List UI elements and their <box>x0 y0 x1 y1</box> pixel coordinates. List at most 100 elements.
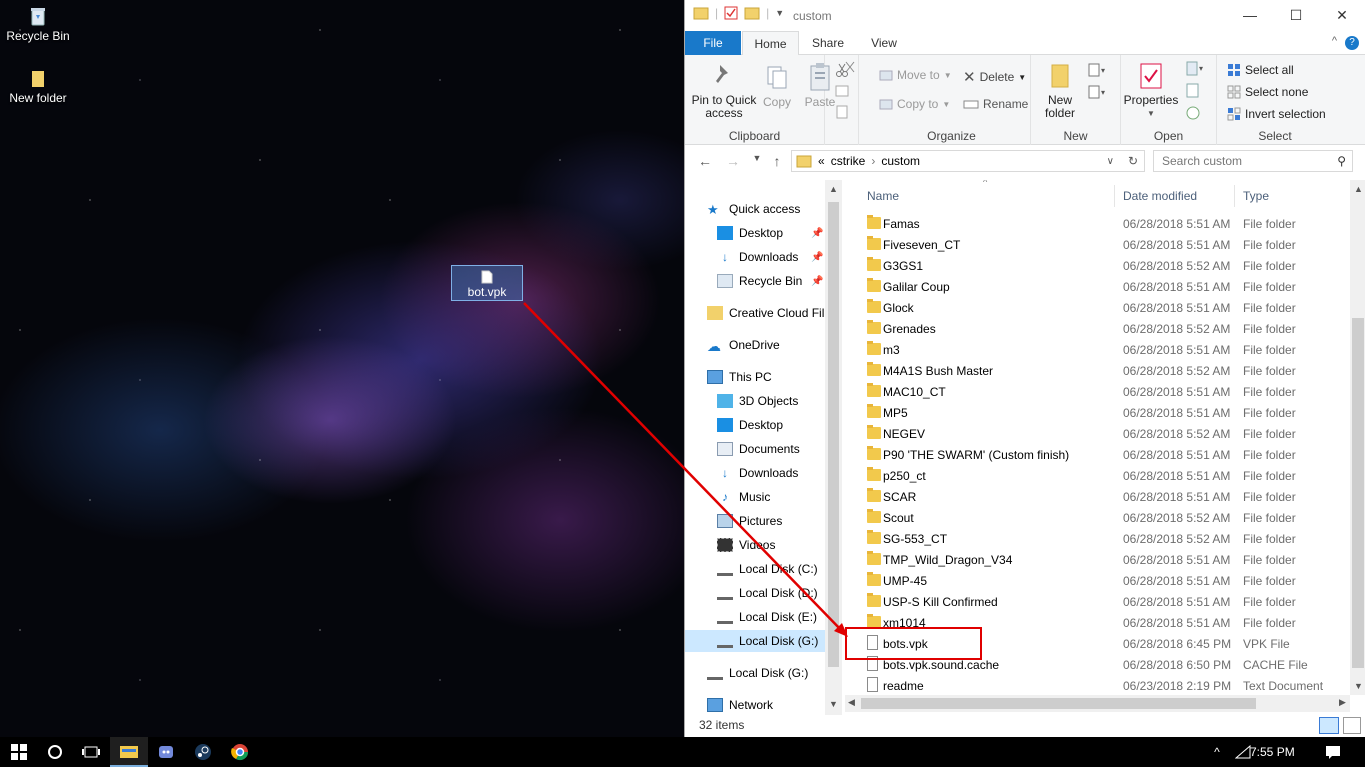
nav-creative-cloud[interactable]: Creative Cloud Fil <box>707 302 841 324</box>
folder-row[interactable]: UMP-45 06/28/2018 5:51 AM File folder <box>845 570 1350 591</box>
folder-row[interactable]: m3 06/28/2018 5:51 AM File folder <box>845 339 1350 360</box>
nav-pane-scrollbar[interactable]: ▲ ▼ <box>825 180 842 715</box>
nav-onedrive[interactable]: ☁ OneDrive <box>707 334 841 356</box>
start-button[interactable] <box>0 737 38 767</box>
chrome-taskbar-button[interactable] <box>221 737 259 767</box>
refresh-icon[interactable]: ↻ <box>1121 150 1145 172</box>
nav-desktop[interactable]: Desktop <box>717 414 841 436</box>
forward-arrow-icon[interactable]: → <box>725 153 741 171</box>
discord-taskbar-button[interactable] <box>147 737 185 767</box>
file-explorer-taskbar-button[interactable] <box>110 737 148 767</box>
nav-local-disk-g-root[interactable]: Local Disk (G:) <box>707 662 841 684</box>
folder-row[interactable]: M4A1S Bush Master 06/28/2018 5:52 AM File … <box>845 360 1350 381</box>
scroll-up-icon[interactable]: ▲ <box>1354 184 1363 194</box>
nav-videos[interactable]: Videos <box>717 534 841 556</box>
copy-to-button[interactable]: Copy to ▼ <box>879 97 950 111</box>
pin-quick-access-button[interactable]: Pin to Quick access <box>691 61 757 120</box>
new-item-icon[interactable]: ▾ <box>1087 63 1109 77</box>
nav-local-disk-g-selected[interactable]: Local Disk (G:) <box>685 630 825 652</box>
new-folder-icon[interactable] <box>744 6 760 20</box>
file-row[interactable]: readme 06/23/2018 2:19 PM Text Document <box>845 675 1350 695</box>
move-to-button[interactable]: Move to ▼ <box>879 68 952 82</box>
rename-button[interactable]: Rename <box>963 97 1028 111</box>
close-button[interactable]: ✕ <box>1319 0 1365 31</box>
nav-music[interactable]: ♪ Music <box>717 486 841 508</box>
nav-downloads[interactable]: ↓ Downloads <box>717 462 841 484</box>
recycle-bin-desktop-icon[interactable]: Recycle Bin <box>0 6 76 43</box>
chevron-right-icon[interactable]: › <box>871 154 875 168</box>
address-dropdown-icon[interactable]: ∨ <box>1107 156 1114 167</box>
open-icon[interactable]: ▾ <box>1185 61 1209 77</box>
minimize-button[interactable]: — <box>1227 0 1273 31</box>
nav-local-disk-e[interactable]: Local Disk (E:) <box>717 606 841 628</box>
taskbar-clock[interactable]: 7:55 PM <box>1250 737 1295 767</box>
column-header-date[interactable]: Date modified <box>1115 185 1235 207</box>
nav-local-disk-c[interactable]: Local Disk (C:) <box>717 558 841 580</box>
details-view-icon[interactable] <box>1319 717 1339 734</box>
delete-button[interactable]: ✕ Delete ▼ <box>963 68 1026 86</box>
tab-file[interactable]: File <box>685 31 741 55</box>
back-arrow-icon[interactable]: ← <box>697 153 713 171</box>
nav-network[interactable]: Network <box>707 694 841 715</box>
scroll-down-icon[interactable]: ▼ <box>1354 681 1363 691</box>
folder-row[interactable]: MAC10_CT 06/28/2018 5:51 AM File folder <box>845 381 1350 402</box>
breadcrumb-custom[interactable]: custom <box>881 154 920 168</box>
search-input[interactable]: Search custom ⚲ <box>1153 150 1353 172</box>
select-all-button[interactable]: Select all <box>1227 63 1294 77</box>
folder-row[interactable]: Scout 06/28/2018 5:52 AM File folder <box>845 507 1350 528</box>
invert-selection-button[interactable]: Invert selection <box>1227 107 1326 121</box>
scroll-left-icon[interactable]: ◀ <box>848 697 855 708</box>
large-icons-view-icon[interactable] <box>1343 717 1361 734</box>
easy-access-icon[interactable]: ▾ <box>1087 85 1109 99</box>
nav-3d-objects[interactable]: 3D Objects <box>717 390 841 412</box>
recent-locations-icon[interactable]: ▼ <box>749 153 765 171</box>
nav-this-pc[interactable]: This PC <box>707 366 841 388</box>
horizontal-scroll-thumb[interactable] <box>861 698 1256 709</box>
select-none-button[interactable]: Select none <box>1227 85 1308 99</box>
tab-home[interactable]: Home <box>742 31 799 56</box>
copy-button[interactable]: Copy <box>759 61 795 109</box>
address-bar[interactable]: « cstrike › custom ∨ <box>791 150 1145 172</box>
folder-row[interactable]: TMP_Wild_Dragon_V34 06/28/2018 5:51 AM Fil… <box>845 549 1350 570</box>
action-center-button[interactable] <box>1314 737 1352 767</box>
nav-documents[interactable]: Documents <box>717 438 841 460</box>
new-folder-button[interactable]: New folder <box>1035 61 1085 120</box>
new-folder-desktop-icon[interactable]: New folder <box>0 70 76 105</box>
nav-scroll-thumb[interactable] <box>828 202 839 667</box>
file-list-scrollbar[interactable]: ▲ ▼ <box>1350 180 1365 695</box>
nav-quick-access[interactable]: ★ Quick access <box>707 198 841 220</box>
folder-row[interactable]: G3GS1 06/28/2018 5:52 AM File folder <box>845 255 1350 276</box>
horizontal-scrollbar[interactable]: ◀ ▶ <box>845 695 1350 712</box>
collapse-ribbon-icon[interactable]: ^ <box>1332 35 1337 47</box>
scroll-right-icon[interactable]: ▶ <box>1339 697 1346 708</box>
folder-row[interactable]: MP5 06/28/2018 5:51 AM File folder <box>845 402 1350 423</box>
folder-icon[interactable] <box>693 6 709 20</box>
folder-row[interactable]: Famas 06/28/2018 5:51 AM File folder <box>845 213 1350 234</box>
folder-row[interactable]: SG-553_CT 06/28/2018 5:52 AM File folder <box>845 528 1350 549</box>
folder-row[interactable]: Fiveseven_CT 06/28/2018 5:51 AM File folde… <box>845 234 1350 255</box>
folder-row[interactable]: Galilar Coup 06/28/2018 5:51 AM File folde… <box>845 276 1350 297</box>
column-header-type[interactable]: Type <box>1235 185 1350 207</box>
folder-row[interactable]: SCAR 06/28/2018 5:51 AM File folder <box>845 486 1350 507</box>
nav-pictures[interactable]: Pictures <box>717 510 841 532</box>
folder-row[interactable]: P90 'THE SWARM' (Custom finish) 06/28/201… <box>845 444 1350 465</box>
help-icon[interactable]: ? <box>1345 36 1359 50</box>
history-icon[interactable] <box>1185 105 1201 121</box>
breadcrumb-overflow[interactable]: « <box>818 154 825 168</box>
breadcrumb-cstrike[interactable]: cstrike <box>831 154 866 168</box>
tab-share[interactable]: Share <box>803 31 853 55</box>
folder-row[interactable]: p250_ct 06/28/2018 5:51 AM File folder <box>845 465 1350 486</box>
column-header-name[interactable]: Name <box>859 185 1115 207</box>
copy-path-icon[interactable] <box>835 85 849 97</box>
folder-row[interactable]: Grenades 06/28/2018 5:52 AM File folder <box>845 318 1350 339</box>
tab-view[interactable]: View <box>857 31 911 55</box>
cut-icon[interactable] <box>835 63 849 77</box>
folder-row[interactable]: Glock 06/28/2018 5:51 AM File folder <box>845 297 1350 318</box>
customize-toolbar-icon[interactable]: ▼ <box>775 8 784 18</box>
task-view-button[interactable] <box>72 737 110 767</box>
dragged-file-ghost[interactable]: bot.vpk <box>451 265 523 301</box>
scroll-up-icon[interactable]: ▲ <box>829 184 838 194</box>
cortana-button[interactable] <box>36 737 74 767</box>
properties-icon[interactable] <box>724 6 738 20</box>
edit-icon[interactable] <box>1185 83 1201 99</box>
